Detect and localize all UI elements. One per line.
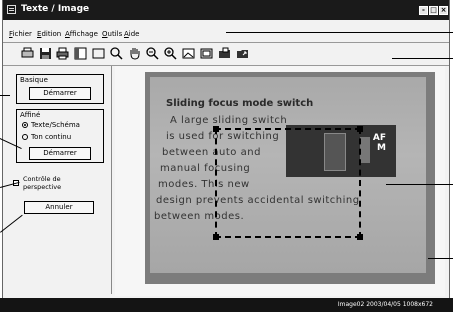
- image-canvas[interactable]: Sliding focus mode switch A large slidin…: [115, 66, 445, 296]
- hand-icon[interactable]: [127, 46, 142, 61]
- close-button[interactable]: ×: [439, 6, 448, 15]
- basic-label: Basique: [20, 76, 48, 84]
- menu-aide[interactable]: Aide: [124, 30, 140, 38]
- view-icon[interactable]: [73, 46, 88, 61]
- toolbar: [3, 43, 449, 65]
- export-icon[interactable]: [235, 46, 250, 61]
- minimize-button[interactable]: -: [419, 6, 428, 15]
- menu-affichage[interactable]: Affichage: [65, 30, 98, 38]
- menu-outils[interactable]: Outils: [102, 30, 122, 38]
- main-window: Texte / Image - □ × Fichier Edition Affi…: [2, 0, 450, 298]
- cancel-button[interactable]: Annuler: [24, 201, 94, 214]
- basic-start-button[interactable]: Démarrer: [29, 87, 91, 100]
- callout-line: [386, 184, 453, 185]
- camera-label-m: M: [377, 143, 386, 153]
- title-bar: Texte / Image - □ ×: [3, 0, 449, 20]
- radio-indicator: [22, 134, 28, 140]
- status-bar: Image02 2003/04/05 1008x672: [0, 298, 453, 312]
- rectangle-select-icon[interactable]: [91, 46, 106, 61]
- captured-image[interactable]: Sliding focus mode switch A large slidin…: [145, 72, 435, 284]
- zoom-icon[interactable]: [109, 46, 124, 61]
- radio-continuous-tone[interactable]: Ton continu: [22, 133, 71, 141]
- handle-bottom-left[interactable]: [213, 234, 219, 240]
- menu-edition[interactable]: Edition: [37, 30, 61, 38]
- maximize-button[interactable]: □: [429, 6, 438, 15]
- handle-top-left[interactable]: [213, 126, 219, 132]
- doc-heading: Sliding focus mode switch: [166, 98, 314, 109]
- image-icon[interactable]: [181, 46, 196, 61]
- camera-label-af: AF: [372, 133, 386, 143]
- perspective-label: Contrôle de perspective: [23, 175, 62, 191]
- handle-top-right[interactable]: [357, 126, 363, 132]
- save-icon[interactable]: [38, 46, 53, 61]
- open-folder-icon[interactable]: [217, 46, 232, 61]
- fit-window-icon[interactable]: [199, 46, 214, 61]
- panel-divider[interactable]: [111, 66, 112, 294]
- menu-fichier[interactable]: Fichier: [9, 30, 32, 38]
- refined-group: Affiné Texte/Schéma Ton continu Démarrer: [16, 109, 104, 163]
- doc-line-1: A large sliding switch: [170, 115, 288, 126]
- status-text: Image02 2003/04/05 1008x672: [337, 301, 433, 308]
- camera-switch-slot: [360, 137, 370, 163]
- callout-line: [0, 95, 10, 96]
- callout-line: [226, 32, 453, 33]
- app-icon: [7, 5, 16, 14]
- left-panel: Basique Démarrer Affiné Texte/Schéma Ton…: [11, 68, 110, 294]
- callout-line: [428, 258, 453, 259]
- zoom-in-icon[interactable]: [163, 46, 178, 61]
- menu-bar: Fichier Edition Affichage Outils Aide: [3, 28, 449, 41]
- refined-start-button[interactable]: Démarrer: [29, 147, 91, 160]
- radio-selected-indicator: [22, 122, 28, 128]
- selection-rectangle[interactable]: [215, 128, 361, 238]
- window-title: Texte / Image: [21, 4, 90, 14]
- refined-label: Affiné: [20, 111, 41, 119]
- print-icon[interactable]: [55, 46, 70, 61]
- handle-bottom-right[interactable]: [357, 234, 363, 240]
- radio-text-schema[interactable]: Texte/Schéma: [22, 121, 80, 129]
- scan-icon[interactable]: [20, 46, 35, 61]
- callout-line: [392, 58, 453, 59]
- basic-group: Basique Démarrer: [16, 74, 104, 104]
- zoom-out-icon[interactable]: [145, 46, 160, 61]
